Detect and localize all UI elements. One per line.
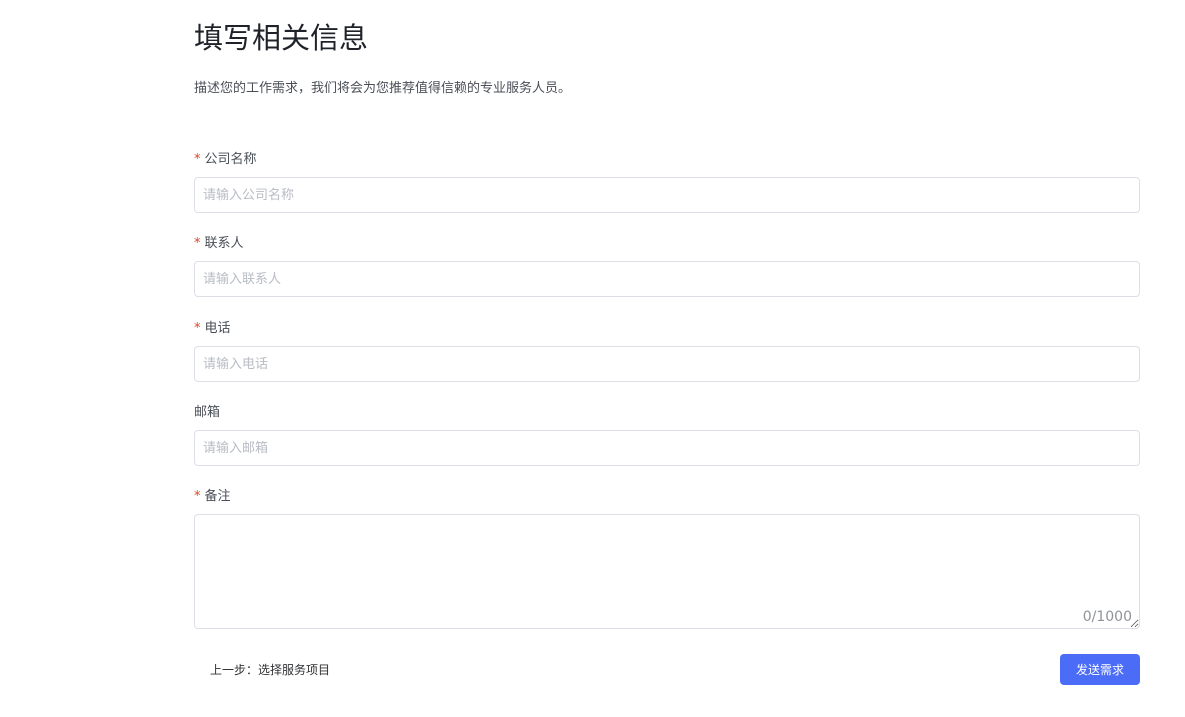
char-count: 0/1000 [1082, 609, 1132, 625]
email-label: 邮箱 [194, 403, 220, 423]
company-label: * 公司名称 [194, 150, 257, 170]
email-label-text: 邮箱 [194, 405, 221, 420]
company-name-input[interactable] [194, 177, 1140, 213]
page-description: 描述您的工作需求，我们将会为您推荐值得信赖的专业服务人员。 [194, 81, 572, 96]
required-mark: * [194, 489, 201, 504]
contact-input[interactable] [194, 261, 1140, 297]
required-mark: * [194, 321, 201, 336]
required-mark: * [194, 152, 201, 167]
contact-label: * 联系人 [194, 234, 244, 254]
contact-label-text: 联系人 [204, 236, 244, 251]
remark-label-text: 备注 [204, 489, 231, 504]
email-input[interactable] [194, 430, 1140, 466]
phone-label: * 电话 [194, 319, 231, 339]
submit-demand-button[interactable]: 发送需求 [1060, 654, 1140, 685]
remark-field: 0/1000 [194, 514, 1140, 629]
company-label-text: 公司名称 [204, 152, 257, 167]
required-mark: * [194, 236, 201, 251]
prev-step-link[interactable]: 上一步：选择服务项目 [210, 660, 330, 680]
phone-input[interactable] [194, 346, 1140, 382]
page: 填写相关信息 描述您的工作需求，我们将会为您推荐值得信赖的专业服务人员。 * 公司… [0, 0, 1185, 717]
page-title: 填写相关信息 [194, 21, 369, 55]
phone-label-text: 电话 [204, 321, 231, 336]
remark-textarea[interactable] [194, 514, 1140, 629]
remark-label: * 备注 [194, 487, 231, 507]
